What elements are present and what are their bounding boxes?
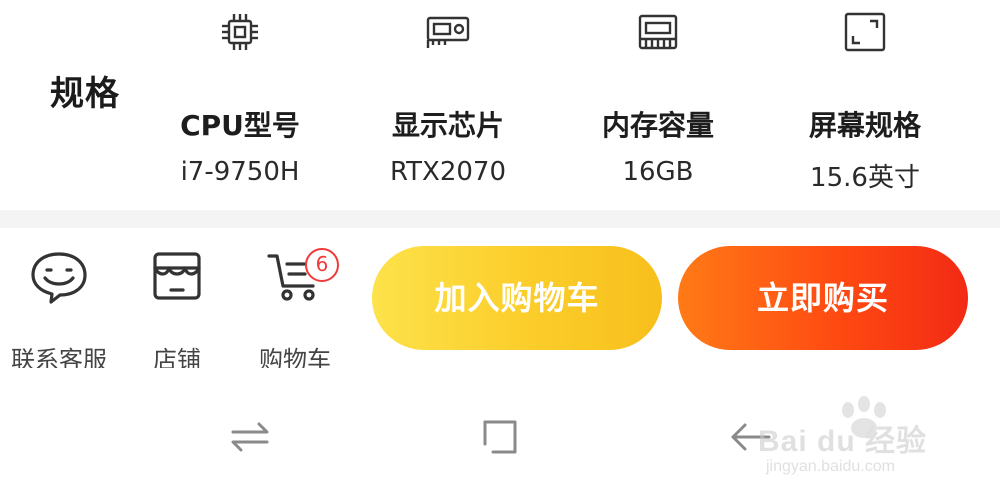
spec-name: CPU型号 [180,109,300,142]
spec-value: 16GB [622,157,694,187]
specs-label: 规格 [50,74,120,114]
cpu-chip-icon [217,10,263,54]
spec-cpu: CPU型号 i7-9750H [140,0,340,210]
spec-memory: 内存容量 16GB [558,0,758,210]
spec-value: i7-9750H [180,157,300,187]
switch-apps-icon[interactable] [225,412,275,462]
buy-now-button[interactable]: 立即购买 [678,246,968,350]
bottom-action-bar: 联系客服 店铺 购物车 6 加入购物车 立即购买 [0,228,1000,374]
section-divider [0,210,1000,228]
spec-name: 内存容量 [601,109,714,142]
customer-service-icon [29,248,89,304]
customer-service-button[interactable]: 联系客服 [0,248,118,374]
spec-value: RTX2070 [389,157,507,187]
memory-module-icon [635,10,681,54]
spec-gpu: 显示芯片 RTX2070 [348,0,548,210]
spec-screen: 屏幕规格 15.6英寸 [765,0,965,210]
graphics-card-icon [425,10,471,54]
store-button[interactable]: 店铺 [118,248,236,374]
baidu-watermark: Bai du 经验 jingyan.baidu.com [758,396,988,486]
cart-count-badge: 6 [305,248,339,282]
store-icon [147,248,207,304]
spec-value: 15.6英寸 [810,163,920,193]
watermark-url: jingyan.baidu.com [766,458,895,475]
home-square-icon[interactable] [475,412,525,462]
screen-frame-icon [842,10,888,54]
spec-name: 显示芯片 [391,109,504,142]
spec-name: 屏幕规格 [808,109,921,142]
watermark-brand: Bai du 经验 [758,425,928,458]
specs-section: 规格 CPU型号 i7-9750H 显示芯片 RTX2070 内存容量 16GB… [0,0,1000,210]
add-to-cart-button[interactable]: 加入购物车 [372,246,662,350]
